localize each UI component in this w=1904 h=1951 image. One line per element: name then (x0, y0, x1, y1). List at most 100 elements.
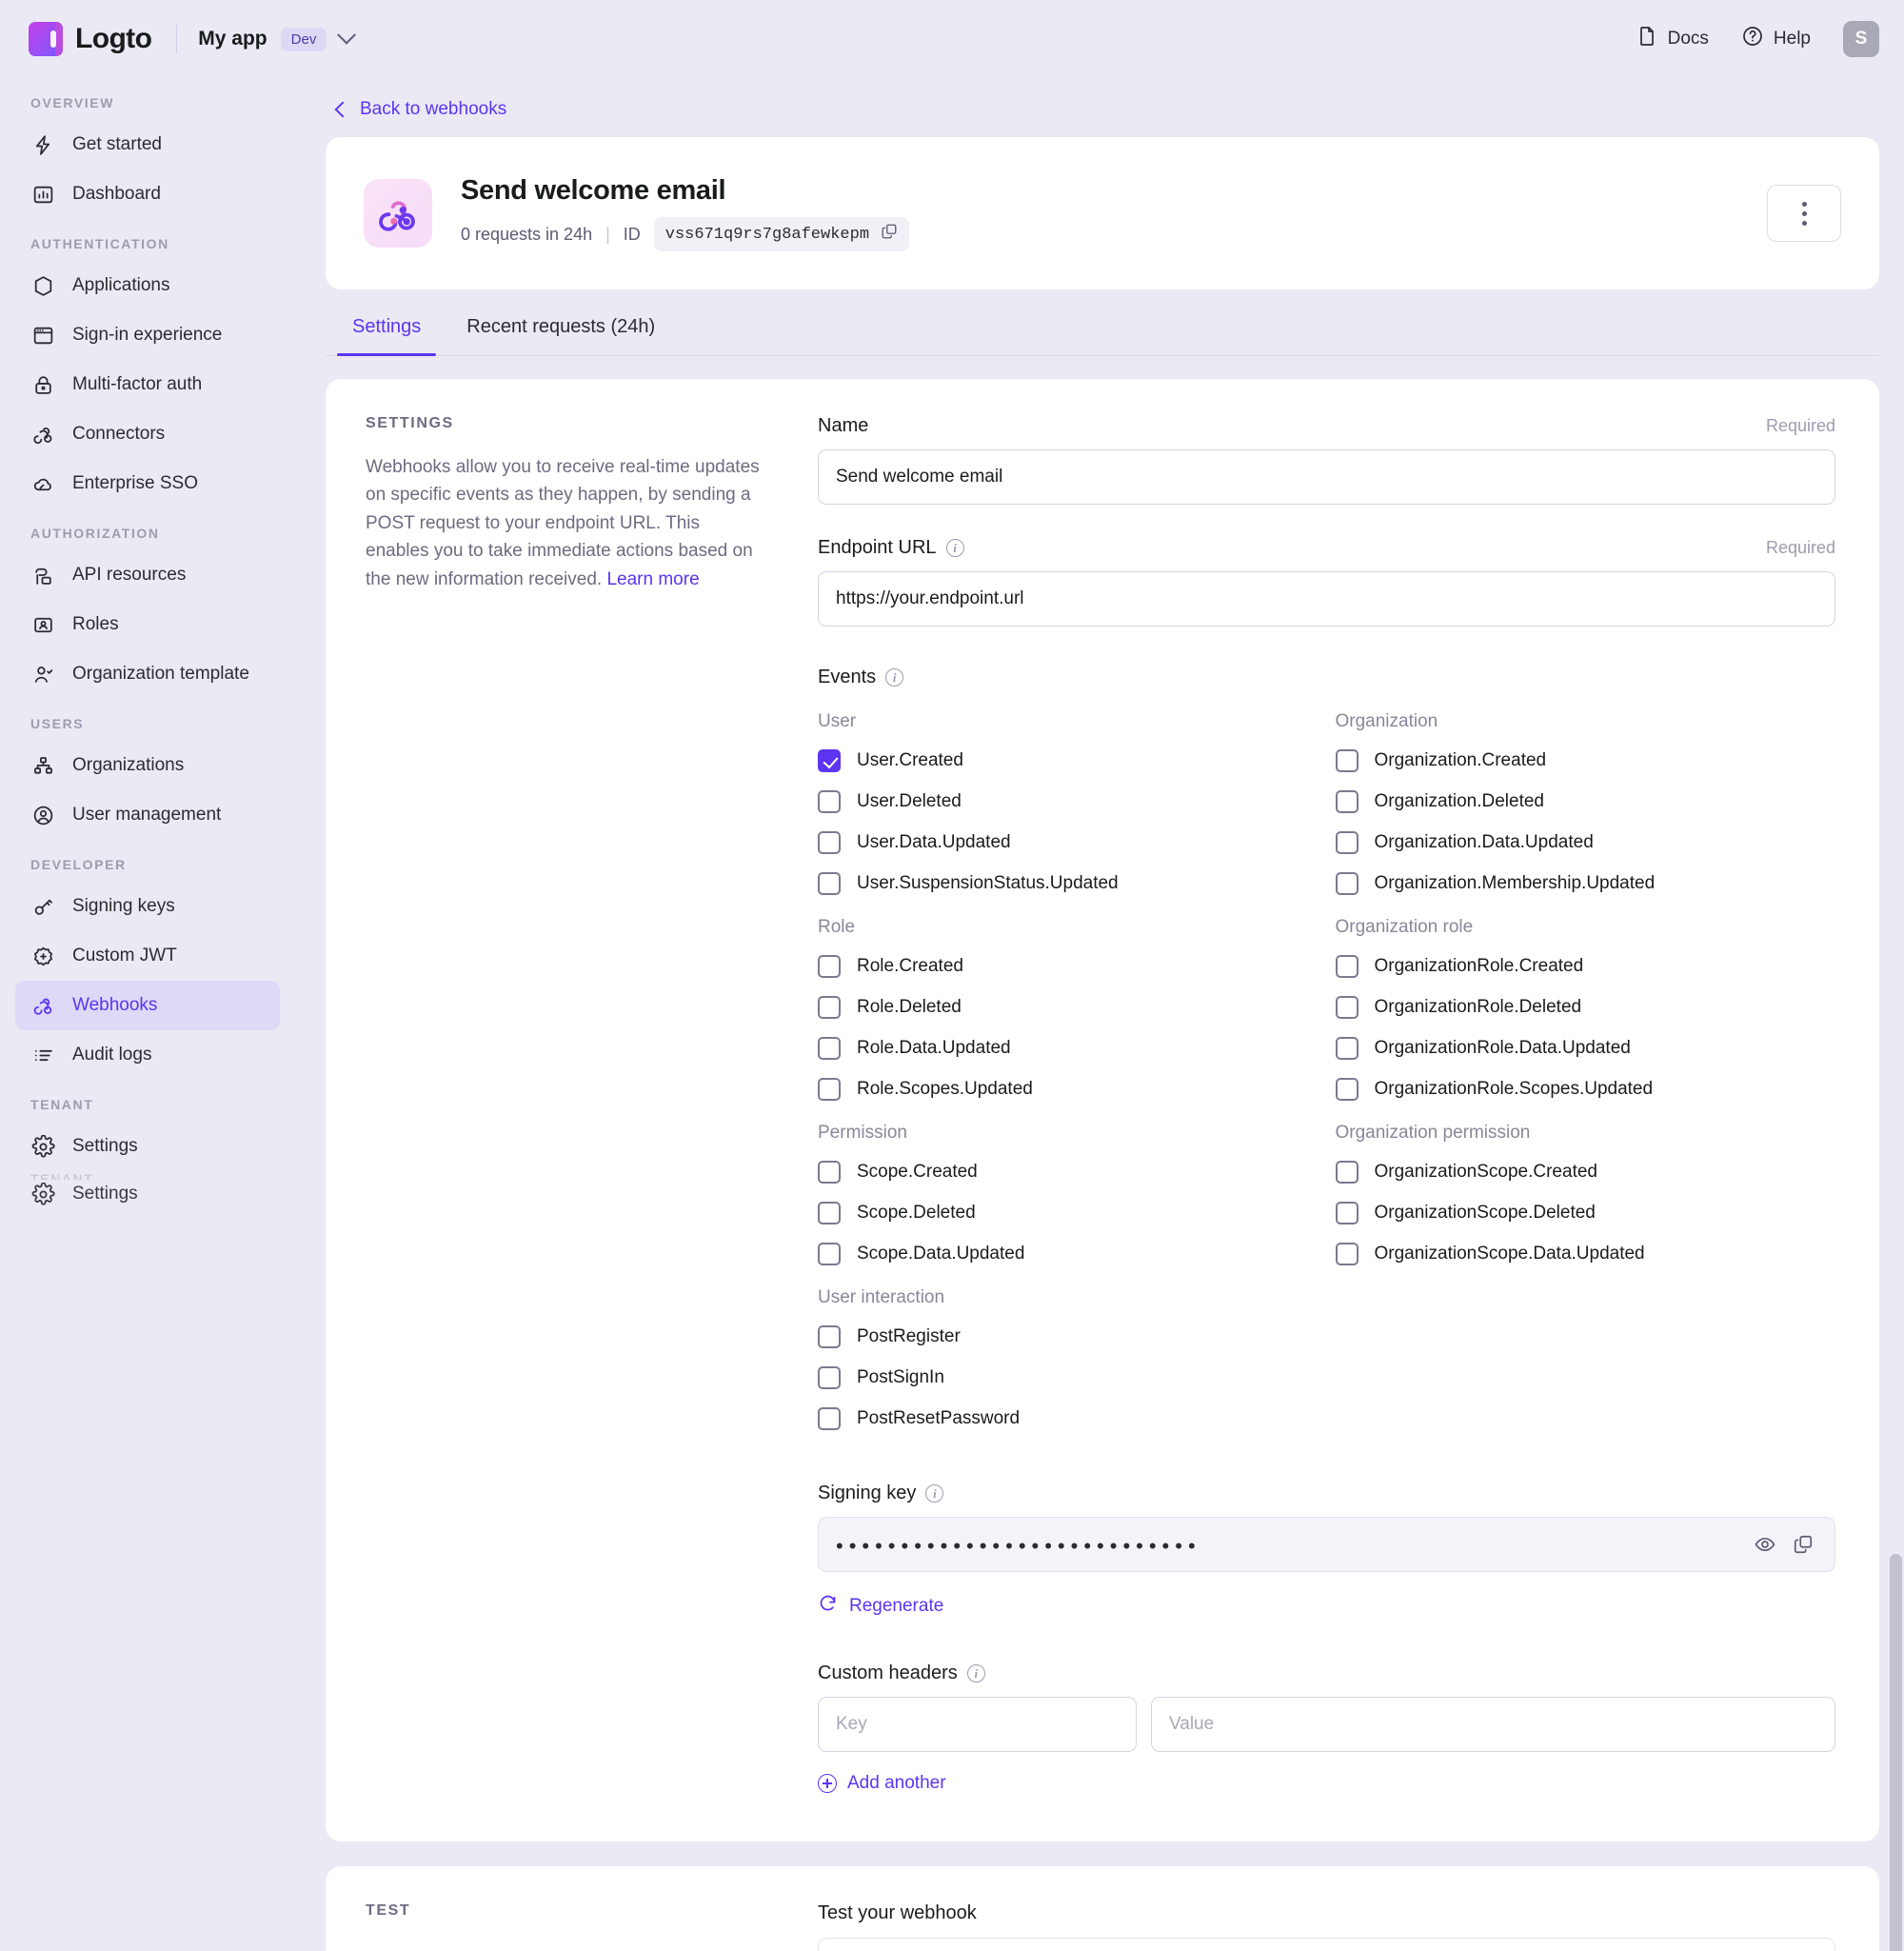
event-row[interactable]: Role.Scopes.Updated (818, 1068, 1319, 1109)
sidebar-item-sign-in-experience[interactable]: Sign-in experience (15, 310, 280, 360)
tab-recent-requests[interactable]: Recent requests (24h) (451, 307, 670, 355)
event-row[interactable]: Organization.Membership.Updated (1335, 863, 1836, 904)
event-label: Scope.Deleted (857, 1202, 976, 1223)
requests-count: 0 requests in 24h (461, 224, 593, 244)
avatar[interactable]: S (1843, 21, 1879, 57)
event-row[interactable]: User.Data.Updated (818, 822, 1319, 863)
event-row[interactable]: Organization.Deleted (1335, 781, 1836, 822)
event-row[interactable]: PostSignIn (818, 1357, 1319, 1398)
checkbox-role-created[interactable] (818, 954, 841, 978)
event-row[interactable]: Role.Deleted (818, 986, 1319, 1027)
checkbox-user-suspensionstatus-updated[interactable] (818, 871, 841, 895)
event-row[interactable]: OrganizationRole.Deleted (1335, 986, 1836, 1027)
checkbox-organization-data-updated[interactable] (1335, 830, 1359, 854)
checkbox-organizationrole-deleted[interactable] (1335, 995, 1359, 1019)
checkbox-organizationscope-data-updated[interactable] (1335, 1242, 1359, 1265)
vertical-scrollbar[interactable] (1888, 78, 1904, 1951)
sidebar-item-connectors[interactable]: Connectors (15, 409, 280, 459)
sidebar-item-organization-template[interactable]: Organization template (15, 649, 280, 699)
back-to-webhooks-link[interactable]: Back to webhooks (326, 78, 1879, 137)
event-row[interactable]: Organization.Data.Updated (1335, 822, 1836, 863)
event-row[interactable]: User.Deleted (818, 781, 1319, 822)
event-row[interactable]: Scope.Data.Updated (818, 1233, 1319, 1274)
checkbox-scope-created[interactable] (818, 1160, 841, 1184)
checkbox-user-created[interactable] (818, 748, 841, 772)
checkbox-scope-deleted[interactable] (818, 1201, 841, 1224)
checkbox-organizationscope-deleted[interactable] (1335, 1201, 1359, 1224)
info-icon[interactable]: i (945, 539, 964, 557)
sidebar-item-enterprise-sso[interactable]: Enterprise SSO (15, 459, 280, 508)
sidebar-item-roles[interactable]: Roles (15, 600, 280, 649)
event-row[interactable]: Role.Data.Updated (818, 1027, 1319, 1068)
endpoint-url-input[interactable] (818, 571, 1835, 627)
sidebar-item-user-management[interactable]: User management (15, 790, 280, 840)
checkbox-organization-deleted[interactable] (1335, 789, 1359, 813)
checkbox-postregister[interactable] (818, 1324, 841, 1348)
event-row[interactable]: Organization.Created (1335, 740, 1836, 781)
header-key-input[interactable] (818, 1697, 1137, 1752)
event-row[interactable]: User.Created (818, 740, 1319, 781)
info-icon[interactable]: i (885, 668, 904, 687)
checkbox-role-deleted[interactable] (818, 995, 841, 1019)
checkbox-organization-membership-updated[interactable] (1335, 871, 1359, 895)
info-icon[interactable]: i (966, 1664, 985, 1682)
webhook-id-chip[interactable]: vss671q9rs7g8afewkepm (653, 217, 910, 251)
event-row[interactable]: OrganizationScope.Data.Updated (1335, 1233, 1836, 1274)
event-row[interactable]: Role.Created (818, 946, 1319, 986)
checkbox-user-data-updated[interactable] (818, 830, 841, 854)
checkbox-organizationscope-created[interactable] (1335, 1160, 1359, 1184)
test-panel: TEST Test your webhook Configure the web… (326, 1866, 1879, 1951)
checkbox-role-scopes-updated[interactable] (818, 1077, 841, 1101)
copy-icon[interactable] (1787, 1528, 1819, 1561)
event-row[interactable]: Scope.Deleted (818, 1192, 1319, 1233)
roles-icon (30, 612, 55, 637)
event-row[interactable]: User.SuspensionStatus.Updated (818, 863, 1319, 904)
sidebar-item-multi-factor-auth[interactable]: Multi-factor auth (15, 360, 280, 409)
sidebar-item-organizations[interactable]: Organizations (15, 741, 280, 790)
learn-more-link[interactable]: Learn more (606, 569, 699, 589)
checkbox-organizationrole-created[interactable] (1335, 954, 1359, 978)
event-row[interactable]: OrganizationRole.Created (1335, 946, 1836, 986)
help-link[interactable]: Help (1741, 25, 1811, 53)
sidebar-item-signing-keys[interactable]: Signing keys (15, 882, 280, 931)
sidebar-item-api-resources[interactable]: API resources (15, 550, 280, 600)
checkbox-role-data-updated[interactable] (818, 1036, 841, 1060)
more-options-button[interactable] (1767, 185, 1841, 242)
sidebar-item-settings[interactable]: Settings (15, 1122, 280, 1171)
checkbox-postsignin[interactable] (818, 1365, 841, 1389)
sidebar-item-get-started[interactable]: Get started (15, 120, 280, 169)
event-row[interactable]: OrganizationRole.Scopes.Updated (1335, 1068, 1836, 1109)
copy-icon[interactable] (881, 223, 898, 246)
event-row[interactable]: Scope.Created (818, 1151, 1319, 1192)
event-row[interactable]: PostResetPassword (818, 1398, 1319, 1439)
api-icon (30, 563, 55, 587)
tenant-selector[interactable]: My app Dev (198, 25, 357, 51)
docs-link[interactable]: Docs (1636, 25, 1709, 53)
info-icon[interactable]: i (925, 1484, 944, 1503)
tab-settings[interactable]: Settings (337, 307, 437, 356)
eye-icon[interactable] (1749, 1528, 1781, 1561)
sidebar-item-audit-logs[interactable]: Audit logs (15, 1030, 280, 1080)
sidebar-item-applications[interactable]: Applications (15, 261, 280, 310)
scrollbar-thumb[interactable] (1890, 1554, 1902, 1951)
checkbox-organizationrole-scopes-updated[interactable] (1335, 1077, 1359, 1101)
sidebar-item-webhooks[interactable]: Webhooks (15, 981, 280, 1030)
checkbox-organizationrole-data-updated[interactable] (1335, 1036, 1359, 1060)
sidebar-ghost-item-settings[interactable]: Settings (15, 1180, 280, 1208)
sidebar-item-custom-jwt[interactable]: Custom JWT (15, 931, 280, 981)
regenerate-button[interactable]: Regenerate (818, 1593, 1835, 1619)
event-row[interactable]: PostRegister (818, 1316, 1319, 1357)
sidebar-section-authentication: AUTHENTICATION (30, 236, 169, 251)
event-row[interactable]: OrganizationScope.Created (1335, 1151, 1836, 1192)
event-row[interactable]: OrganizationScope.Deleted (1335, 1192, 1836, 1233)
checkbox-organization-created[interactable] (1335, 748, 1359, 772)
event-row[interactable]: OrganizationRole.Data.Updated (1335, 1027, 1836, 1068)
sidebar-item-dashboard[interactable]: Dashboard (15, 169, 280, 219)
checkbox-postresetpassword[interactable] (818, 1406, 841, 1430)
brand[interactable]: Logto (29, 22, 152, 56)
add-another-header-button[interactable]: Add another (818, 1773, 1835, 1794)
checkbox-user-deleted[interactable] (818, 789, 841, 813)
checkbox-scope-data-updated[interactable] (818, 1242, 841, 1265)
name-input[interactable] (818, 449, 1835, 505)
header-value-input[interactable] (1151, 1697, 1835, 1752)
